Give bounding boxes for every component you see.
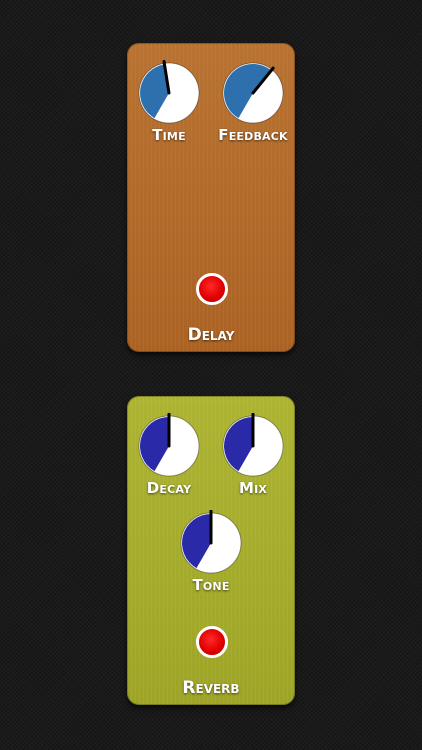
decay-knob[interactable]: [136, 413, 202, 479]
reverb-bypass-led[interactable]: [196, 626, 228, 658]
reverb-pedal: Decay Mix Tone Reverb: [127, 396, 295, 705]
delay-bypass-led[interactable]: [196, 273, 228, 305]
feedback-knob-label: Feedback: [218, 126, 288, 144]
time-knob[interactable]: [136, 60, 202, 126]
tone-knob[interactable]: [178, 510, 244, 576]
mix-knob[interactable]: [220, 413, 286, 479]
delay-pedal: Time Feedback Delay: [127, 43, 295, 352]
feedback-knob[interactable]: [220, 60, 286, 126]
tone-knob-label: Tone: [192, 576, 230, 594]
delay-pedal-name: Delay: [187, 325, 235, 345]
mix-knob-label: Mix: [238, 479, 268, 497]
reverb-pedal-name: Reverb: [182, 678, 240, 698]
